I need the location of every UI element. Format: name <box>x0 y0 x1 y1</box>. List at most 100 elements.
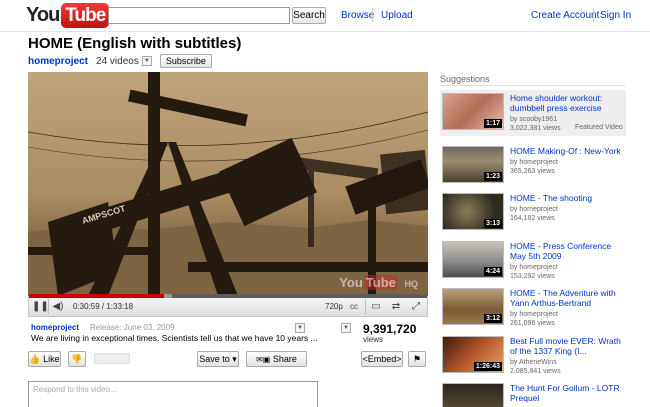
suggestion-title[interactable]: HOME - The shooting <box>510 193 624 203</box>
video-count[interactable]: 24 videos <box>96 56 139 67</box>
suggestion-title[interactable]: The Hunt For Gollum - LOTR Prequel <box>510 383 624 403</box>
suggestion-item[interactable]: 3:13 HOME - The shooting by homeproject … <box>440 190 626 236</box>
duration-badge: 1:23 <box>483 172 502 181</box>
suggestion-item[interactable]: 1:26:43 Best Full movie EVER: Wrath of t… <box>440 333 626 379</box>
suggestion-views: 164,182 views <box>510 215 555 222</box>
suggestion-item[interactable]: 3:12 HOME - The Adventure with Yann Arth… <box>440 285 626 331</box>
video-player[interactable]: AMPSCOT You Tube HQ <box>28 72 428 296</box>
suggestions-header: Suggestions <box>440 74 490 84</box>
volume-icon[interactable]: ◀) <box>51 300 65 313</box>
suggestion-item[interactable]: The Hunt For Gollum - LOTR Prequel <box>440 380 626 407</box>
share-label: Share <box>272 354 297 364</box>
video-description: We are living in exceptional times. Scie… <box>31 333 318 343</box>
suggestion-title[interactable]: HOME Making-Of : New-York <box>510 146 624 156</box>
suggestion-author: by homeproject <box>510 311 558 318</box>
chevron-down-icon: ▾ <box>232 354 237 364</box>
suggestion-author: by scooby1961 <box>510 116 558 123</box>
more-info-icon[interactable]: ▼ <box>341 323 351 333</box>
view-count: 9,391,720 <box>363 322 417 336</box>
like-label: Like <box>43 354 60 364</box>
progress-bar[interactable] <box>29 294 427 298</box>
suggestion-title[interactable]: Best Full movie EVER: Wrath of the 1337 … <box>510 336 624 356</box>
flag-icon: ⚑ <box>412 354 422 364</box>
share-button[interactable]: ✉▣ Share <box>246 351 307 367</box>
duration-badge: 3:12 <box>483 314 502 323</box>
release-date: Release: June 03, 2009 <box>90 323 175 332</box>
suggestion-item[interactable]: 4:24 HOME - Press Conference May 5th 200… <box>440 238 626 284</box>
quality-label[interactable]: 720p <box>325 302 343 311</box>
channel-row: homeproject 24 videos ▼ Subscribe <box>28 54 212 68</box>
save-to-label: Save to <box>199 354 230 364</box>
suggestion-author: by AtheneWins <box>510 359 557 366</box>
control-divider <box>365 299 366 314</box>
video-thumbnail[interactable]: 1:17 <box>442 93 504 130</box>
subscribe-button[interactable]: Subscribe <box>159 54 212 68</box>
video-thumbnail[interactable]: 3:13 <box>442 193 504 230</box>
video-thumbnail[interactable]: 4:24 <box>442 241 504 278</box>
suggestion-views: 2,085,841 views <box>510 368 561 375</box>
thumbs-up-icon: 👍 <box>29 354 41 364</box>
widescreen-icon[interactable]: ▭ <box>369 300 383 313</box>
like-button[interactable]: 👍 Like <box>28 351 61 367</box>
suggestion-author: by homeproject <box>510 206 558 213</box>
suggestion-author: by homeproject <box>510 264 558 271</box>
comment-placeholder: Respond to this video... <box>33 385 117 394</box>
logo-you: You <box>26 4 60 26</box>
popout-icon[interactable]: ⇄ <box>389 300 403 313</box>
suggestion-views: 3,022,381 views <box>510 125 561 132</box>
flag-button[interactable]: ⚑ <box>408 351 426 367</box>
owner-link[interactable]: homeproject <box>31 323 79 332</box>
featured-label: Featured Video <box>575 124 623 131</box>
search-button[interactable]: Search <box>292 7 326 24</box>
duration-badge: 1:26:43 <box>473 362 502 371</box>
chevron-down-icon[interactable]: ▼ <box>141 56 152 66</box>
video-thumbnail[interactable]: 3:12 <box>442 288 504 325</box>
suggestion-item[interactable]: 1:23 HOME Making-Of : New-York by homepr… <box>440 143 626 189</box>
duration-badge: 1:17 <box>483 119 502 128</box>
youtube-logo[interactable]: You Tube <box>26 3 110 28</box>
captions-icon[interactable]: cc <box>347 300 361 313</box>
upload-link[interactable]: Upload <box>381 10 413 21</box>
create-account-link[interactable]: Create Account <box>531 10 599 21</box>
video-thumbnail[interactable]: 1:26:43 <box>442 336 504 373</box>
player-controls: ❚❚ ◀) 0:30:59 / 1:33:18 720p cc ▭ ⇄ ⤢ <box>28 294 428 317</box>
suggestion-title[interactable]: HOME - The Adventure with Yann Arthus-Be… <box>510 288 624 308</box>
fullscreen-icon[interactable]: ⤢ <box>409 300 423 313</box>
suggestion-title[interactable]: Home shoulder workout: dumbbell press ex… <box>510 93 624 113</box>
browse-link[interactable]: Browse <box>341 10 374 21</box>
suggestion-author: by homeproject <box>510 159 558 166</box>
control-divider <box>48 299 49 314</box>
save-to-button[interactable]: Save to ▾ <box>197 351 239 367</box>
pause-icon[interactable]: ❚❚ <box>32 300 49 313</box>
rating-bar <box>94 353 130 364</box>
masthead: You Tube Search Browse Upload Create Acc… <box>0 0 650 32</box>
duration-badge: 3:13 <box>483 219 502 228</box>
suggestion-title[interactable]: HOME - Press Conference May 5th 2009 <box>510 241 624 261</box>
comment-input[interactable]: Respond to this video... <box>28 381 318 407</box>
video-frame-image: AMPSCOT <box>28 72 428 296</box>
sign-in-link[interactable]: Sign In <box>600 10 631 21</box>
expand-description-icon[interactable]: ▼ <box>295 323 305 333</box>
nav-divider <box>372 8 373 22</box>
suggestion-views: 261,096 views <box>510 320 555 327</box>
suggestion-views: 153,292 views <box>510 273 555 280</box>
suggestion-views: 365,263 views <box>510 168 555 175</box>
share-icons: ✉▣ <box>256 355 271 364</box>
thumbs-down-icon: 👎 <box>71 354 83 364</box>
dislike-button[interactable]: 👎 <box>68 351 86 367</box>
logo-tube: Tube <box>61 3 110 28</box>
time-display: 0:30:59 / 1:33:18 <box>73 302 134 311</box>
channel-link[interactable]: homeproject <box>28 56 88 67</box>
duration-badge: 4:24 <box>483 267 502 276</box>
video-info-box: homeproject Release: June 03, 2009 We ar… <box>28 319 383 347</box>
suggestion-item[interactable]: 1:17 Home shoulder workout: dumbbell pre… <box>440 90 626 136</box>
view-count-label: views <box>363 335 384 344</box>
video-title: HOME (English with subtitles) <box>28 35 242 52</box>
video-thumbnail[interactable]: 1:23 <box>442 146 504 183</box>
suggestions-divider <box>440 85 625 86</box>
embed-button[interactable]: <Embed> <box>361 351 403 367</box>
video-thumbnail[interactable] <box>442 383 504 407</box>
progress-played <box>29 294 165 298</box>
watermark-logo: You Tube HQ <box>339 275 418 290</box>
search-input[interactable] <box>108 7 290 24</box>
